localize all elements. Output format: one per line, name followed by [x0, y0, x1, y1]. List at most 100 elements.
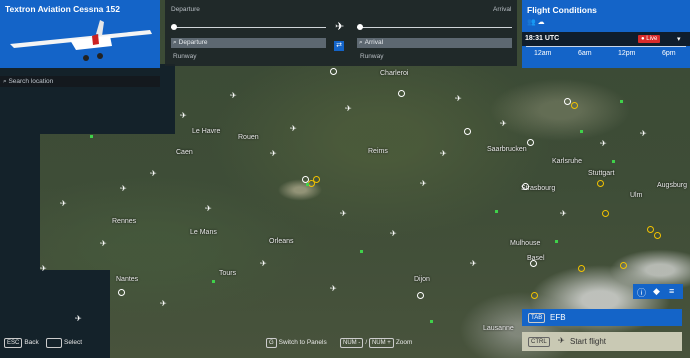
city-label: Tours [219, 270, 237, 277]
plane-route-icon: ✈ [335, 21, 345, 33]
time-display: 18:31 UTC [525, 35, 560, 42]
city-label: Charleroi [380, 70, 409, 77]
green-marker [430, 320, 433, 323]
traffic-plane-icon: ✈ [60, 199, 67, 208]
traffic-plane-icon: ✈ [470, 259, 477, 268]
green-marker [495, 210, 498, 213]
search-location-input[interactable]: ⌕ Search location [0, 76, 160, 87]
zoom-label: Zoom [395, 339, 413, 346]
traffic-plane-icon: ✈ [40, 264, 47, 273]
airport-marker[interactable] [464, 128, 471, 135]
traffic-plane-icon: ✈ [160, 299, 167, 308]
traffic-plane-icon: ✈ [440, 149, 447, 158]
mouse-key-icon [46, 338, 62, 348]
swap-route-button[interactable]: ⇄ [334, 41, 344, 51]
airport-marker[interactable] [647, 226, 654, 233]
airport-marker[interactable] [620, 262, 627, 269]
city-label: Rouen [238, 134, 259, 141]
layers-icon[interactable]: ◆ [653, 286, 660, 297]
airport-marker[interactable] [531, 292, 538, 299]
weather-icons[interactable]: 👥 ☁ [527, 18, 545, 26]
traffic-plane-icon: ✈ [270, 149, 277, 158]
city-label: Caen [176, 149, 193, 156]
live-toggle[interactable]: ● Live [638, 35, 661, 43]
hour-label: 12pm [618, 50, 636, 57]
green-marker [580, 130, 583, 133]
airport-marker[interactable] [602, 210, 609, 217]
esc-key: ESC [4, 338, 23, 348]
ctrl-key: CTRL [528, 337, 550, 347]
airport-marker[interactable] [597, 180, 604, 187]
traffic-plane-icon: ✈ [290, 124, 297, 133]
airport-marker[interactable] [330, 68, 337, 75]
aircraft-card[interactable]: Textron Aviation Cessna 152 [0, 0, 160, 68]
airport-marker[interactable] [527, 139, 534, 146]
switch-panels-hint[interactable]: G Switch to Panels [266, 338, 327, 348]
arrival-dot [357, 24, 363, 30]
search-icon: ⌕ [359, 39, 363, 46]
traffic-plane-icon: ✈ [260, 259, 267, 268]
hour-label: 6pm [662, 50, 676, 57]
select-hint[interactable]: Select [46, 338, 82, 348]
traffic-plane-icon: ✈ [120, 184, 127, 193]
city-label: Rennes [112, 218, 137, 225]
departure-runway[interactable]: Runway [173, 53, 196, 60]
arrival-track [357, 27, 512, 28]
city-label: Ulm [630, 192, 643, 199]
departure-field-text: Departure [178, 39, 208, 46]
select-label: Select [64, 339, 83, 346]
arrival-field-text: Arrival [364, 39, 384, 46]
chevron-down-icon[interactable]: ▾ [677, 35, 681, 43]
arrival-runway[interactable]: Runway [360, 53, 383, 60]
airport-marker[interactable] [654, 232, 661, 239]
live-label: Live [646, 36, 658, 42]
back-hint[interactable]: ESC Back [4, 338, 39, 348]
green-marker [360, 250, 363, 253]
traffic-plane-icon: ✈ [330, 284, 337, 293]
arrival-field[interactable]: ⌕ Arrival [357, 38, 512, 48]
departure-track [171, 27, 326, 28]
info-icon[interactable]: ⓘ [637, 286, 646, 299]
traffic-plane-icon: ✈ [230, 91, 237, 100]
traffic-plane-icon: ✈ [640, 129, 647, 138]
green-marker [555, 240, 558, 243]
back-label: Back [24, 339, 39, 346]
airport-marker[interactable] [398, 90, 405, 97]
traffic-plane-icon: ✈ [180, 111, 187, 120]
city-label: Reims [368, 148, 388, 155]
tab-key: TAB [528, 313, 546, 323]
airport-marker[interactable] [417, 292, 424, 299]
departure-field[interactable]: ⌕ Departure [171, 38, 326, 48]
efb-label: EFB [550, 313, 566, 322]
switch-panels-label: Switch to Panels [278, 339, 327, 346]
green-marker [620, 100, 623, 103]
airport-marker[interactable] [530, 260, 537, 267]
airport-marker[interactable] [313, 176, 320, 183]
arrival-label: Arrival [493, 6, 512, 13]
start-flight-button[interactable]: CTRL ✈ Start flight [522, 332, 682, 351]
city-label: Dijon [414, 276, 430, 283]
green-marker [212, 280, 215, 283]
search-icon: ⌕ [173, 39, 177, 46]
airport-marker[interactable] [564, 98, 571, 105]
green-marker [90, 135, 93, 138]
city-label: Stuttgart [588, 170, 615, 177]
traffic-plane-icon: ✈ [390, 229, 397, 238]
zoom-hint[interactable]: NUM - / NUM + Zoom [340, 338, 412, 348]
city-label: Le Havre [192, 128, 221, 135]
efb-button[interactable]: TAB EFB [522, 309, 682, 326]
airport-marker[interactable] [118, 289, 125, 296]
atlantic-ocean [0, 130, 40, 280]
flight-conditions-panel[interactable]: Flight Conditions 👥 ☁ 18:31 UTC ● Live ▾… [522, 0, 690, 68]
hour-label: 6am [578, 50, 592, 57]
traffic-plane-icon: ✈ [455, 94, 462, 103]
menu-icon[interactable]: ≡ [669, 286, 674, 296]
map-controls: ⓘ ◆ ≡ [633, 284, 683, 299]
time-bar[interactable]: 18:31 UTC ● Live ▾ [522, 32, 690, 46]
airport-marker[interactable] [571, 102, 578, 109]
green-marker [612, 160, 615, 163]
airport-marker[interactable] [578, 265, 585, 272]
city-label: Mulhouse [510, 240, 541, 247]
city-label: Augsburg [657, 182, 687, 189]
airport-marker[interactable] [522, 183, 529, 190]
